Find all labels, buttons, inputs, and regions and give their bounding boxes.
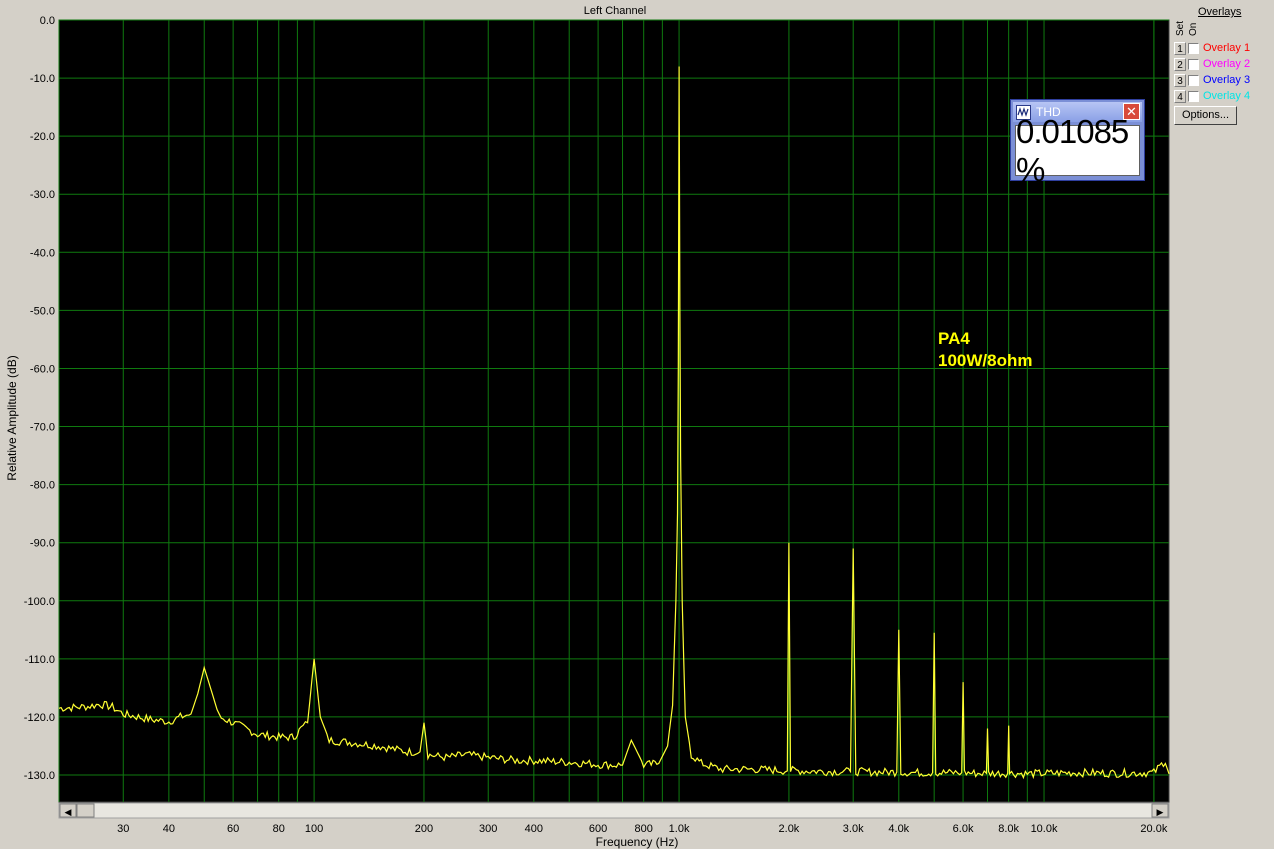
x-tick-label: 20.0k — [1140, 823, 1167, 835]
overlay-row-3: 3 Overlay 3 — [1174, 73, 1250, 87]
overlay-4-label: Overlay 4 — [1203, 90, 1251, 102]
y-tick-label: 0.0 — [40, 15, 55, 27]
scroll-thumb[interactable] — [76, 803, 95, 818]
x-tick-label: 600 — [589, 823, 607, 835]
overlay-1-set-button[interactable]: 1 — [1174, 41, 1186, 55]
overlay-3-label: Overlay 3 — [1203, 74, 1251, 86]
overlay-row-2: 2 Overlay 2 — [1174, 57, 1250, 71]
y-tick-label: -80.0 — [30, 480, 55, 492]
set-column-header: Set — [1175, 20, 1186, 36]
chart-title: Left Channel — [584, 5, 646, 17]
overlay-2-set-button[interactable]: 2 — [1174, 57, 1186, 71]
x-tick-label: 30 — [117, 823, 129, 835]
thd-value: 0.01085 % — [1015, 113, 1140, 188]
thd-window: THD ✕ 0.01085 % — [1010, 99, 1145, 188]
overlay-2-checkbox[interactable] — [1188, 58, 1199, 70]
on-column-header: On — [1188, 22, 1199, 36]
horizontal-scrollbar[interactable]: ◀ ▶ — [58, 802, 1170, 819]
x-tick-label: 4.0k — [888, 823, 909, 835]
y-tick-label: -130.0 — [24, 770, 55, 782]
x-tick-label: 200 — [415, 823, 433, 835]
x-tick-label: 80 — [273, 823, 285, 835]
y-tick-label: -90.0 — [30, 538, 55, 550]
x-tick-label: 6.0k — [953, 823, 974, 835]
y-axis-label: Relative Amplitude (dB) — [5, 355, 19, 480]
y-tick-label: -10.0 — [30, 73, 55, 85]
x-tick-label: 1.0k — [669, 823, 690, 835]
overlay-row-4: 4 Overlay 4 — [1174, 89, 1250, 103]
y-tick-label: -70.0 — [30, 422, 55, 434]
x-tick-labels: 30 40 60 80 100 200 300 400 600 800 1.0k 2.0k 3.0k 4.… — [117, 823, 1168, 835]
scroll-right-arrow-icon: ▶ — [1157, 808, 1164, 818]
y-tick-label: -40.0 — [30, 247, 55, 259]
y-tick-label: -100.0 — [24, 596, 55, 608]
y-tick-labels: 0.0 -10.0 -20.0 -30.0 -40.0 -50.0 -60.0 -70.0 -8… — [24, 15, 55, 782]
x-tick-label: 10.0k — [1031, 823, 1058, 835]
x-tick-label: 400 — [525, 823, 543, 835]
overlay-4-checkbox[interactable] — [1188, 90, 1199, 102]
y-tick-label: -120.0 — [24, 712, 55, 724]
annotation-pa4: PA4 — [938, 329, 970, 348]
x-tick-label: 3.0k — [843, 823, 864, 835]
options-button[interactable]: Options... — [1174, 106, 1237, 125]
y-tick-label: -50.0 — [30, 305, 55, 317]
overlay-3-checkbox[interactable] — [1188, 74, 1199, 86]
x-tick-label: 300 — [479, 823, 497, 835]
y-tick-label: -30.0 — [30, 189, 55, 201]
plot-area — [58, 19, 1170, 803]
overlay-1-label: Overlay 1 — [1203, 42, 1251, 54]
overlays-title: Overlays — [1198, 6, 1242, 18]
x-tick-label: 8.0k — [998, 823, 1019, 835]
scroll-left-arrow-icon: ◀ — [65, 808, 72, 818]
overlay-4-set-button[interactable]: 4 — [1174, 89, 1186, 103]
overlay-row-1: 1 Overlay 1 — [1174, 41, 1250, 55]
x-tick-label: 40 — [163, 823, 175, 835]
x-axis-label: Frequency (Hz) — [596, 835, 679, 849]
overlay-3-set-button[interactable]: 3 — [1174, 73, 1186, 87]
overlay-2-label: Overlay 2 — [1203, 58, 1251, 70]
x-tick-label: 800 — [635, 823, 653, 835]
x-tick-label: 100 — [305, 823, 323, 835]
y-tick-label: -20.0 — [30, 131, 55, 143]
x-tick-label: 2.0k — [779, 823, 800, 835]
annotation-power: 100W/8ohm — [938, 351, 1032, 370]
y-tick-label: -110.0 — [25, 654, 55, 666]
x-tick-label: 60 — [227, 823, 239, 835]
y-tick-label: -60.0 — [30, 363, 55, 375]
overlay-1-checkbox[interactable] — [1188, 42, 1199, 54]
